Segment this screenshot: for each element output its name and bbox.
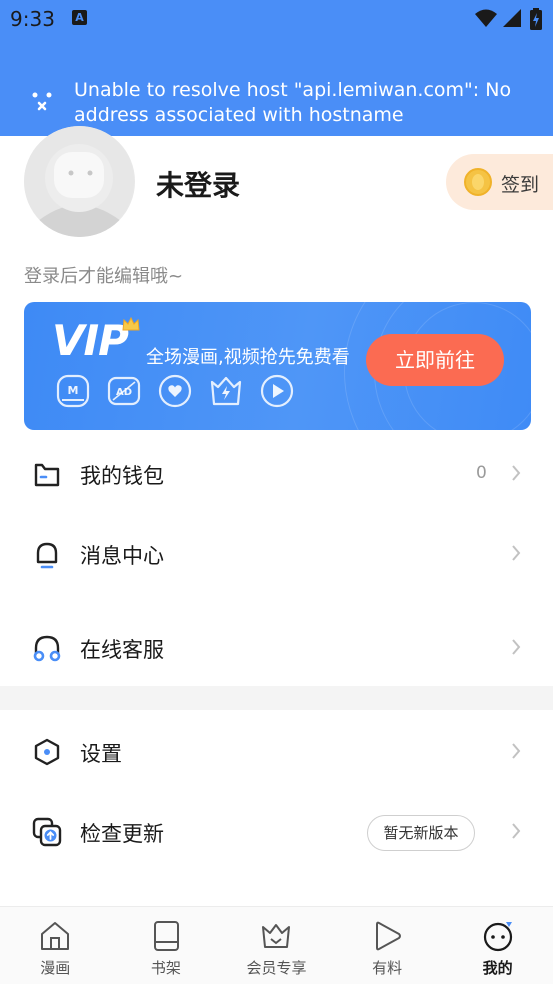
username[interactable]: 未登录	[156, 164, 240, 204]
bottom-tab-bar: 漫画 书架 会员专享 有料 我的	[0, 906, 553, 984]
vip-crown-icon	[262, 924, 291, 948]
default-avatar-icon	[24, 126, 134, 237]
login-hint: 登录后才能编辑哦~	[24, 266, 184, 287]
avatar[interactable]	[24, 126, 135, 237]
status-time: 9:33	[10, 7, 55, 31]
tab-comics[interactable]: 漫画	[0, 907, 111, 984]
menu-label: 在线客服	[80, 638, 164, 662]
play-icon	[260, 374, 294, 408]
menu-item-support[interactable]: 在线客服	[0, 617, 553, 677]
chevron-right-icon	[512, 465, 521, 481]
profile-face-icon	[483, 922, 512, 952]
chevron-right-icon	[512, 639, 521, 655]
signin-label: 签到	[501, 174, 540, 196]
headset-icon	[33, 635, 61, 662]
menu-label: 检查更新	[80, 822, 164, 846]
book-icon	[153, 921, 179, 951]
bell-icon	[36, 542, 58, 569]
vip-go-button[interactable]: 立即前往	[366, 334, 504, 386]
tab-label: 我的	[482, 959, 513, 977]
tab-label: 有料	[372, 959, 403, 977]
heart-icon	[158, 374, 192, 408]
tab-feed[interactable]: 有料	[332, 907, 443, 984]
wifi-icon	[475, 9, 497, 27]
vip-crown-icon	[122, 316, 140, 331]
menu-item-settings[interactable]: 设置	[0, 721, 553, 781]
tab-bookshelf[interactable]: 书架	[111, 907, 222, 984]
error-toast: Unable to resolve host "api.lemiwan.com"…	[0, 36, 553, 136]
toast-message: Unable to resolve host "api.lemiwan.com"…	[74, 79, 512, 126]
tab-label: 书架	[150, 959, 181, 977]
crown-badge-icon	[210, 376, 242, 406]
manga-icon: M	[56, 374, 90, 408]
chevron-right-icon	[512, 743, 521, 759]
vip-logo: VIP	[52, 316, 129, 365]
menu-label: 消息中心	[80, 544, 164, 568]
chevron-right-icon	[512, 545, 521, 561]
wallet-icon	[34, 463, 60, 487]
settings-icon	[34, 738, 60, 766]
signal-icon	[503, 9, 521, 27]
notification-a-icon: A	[72, 10, 87, 25]
battery-icon	[530, 8, 542, 30]
menu-label: 设置	[80, 742, 122, 766]
tab-mine[interactable]: 我的	[442, 907, 553, 984]
coin-icon	[464, 168, 492, 196]
tab-label: 漫画	[40, 959, 71, 977]
app-face-icon	[32, 92, 52, 111]
tab-label: 会员专享	[246, 959, 307, 977]
play-icon	[376, 921, 402, 951]
update-icon	[32, 817, 62, 847]
version-status-badge: 暂无新版本	[367, 815, 475, 851]
wallet-balance: 0	[476, 463, 487, 483]
menu-label: 我的钱包	[80, 464, 164, 488]
tab-vip[interactable]: 会员专享	[221, 907, 332, 984]
svg-text:M: M	[68, 384, 79, 397]
section-divider	[0, 686, 553, 710]
home-icon	[41, 922, 70, 950]
ad-icon: AD	[107, 376, 141, 406]
menu-item-messages[interactable]: 消息中心	[0, 523, 553, 583]
vip-promo-text: 全场漫画,视频抢先免费看	[146, 347, 350, 368]
menu-item-update[interactable]: 检查更新 暂无新版本	[0, 801, 553, 861]
chevron-right-icon	[512, 823, 521, 839]
menu-item-wallet[interactable]: 我的钱包 0	[0, 443, 553, 503]
status-bar: 9:33 A	[0, 0, 553, 36]
signin-button[interactable]: 签到	[446, 154, 553, 210]
